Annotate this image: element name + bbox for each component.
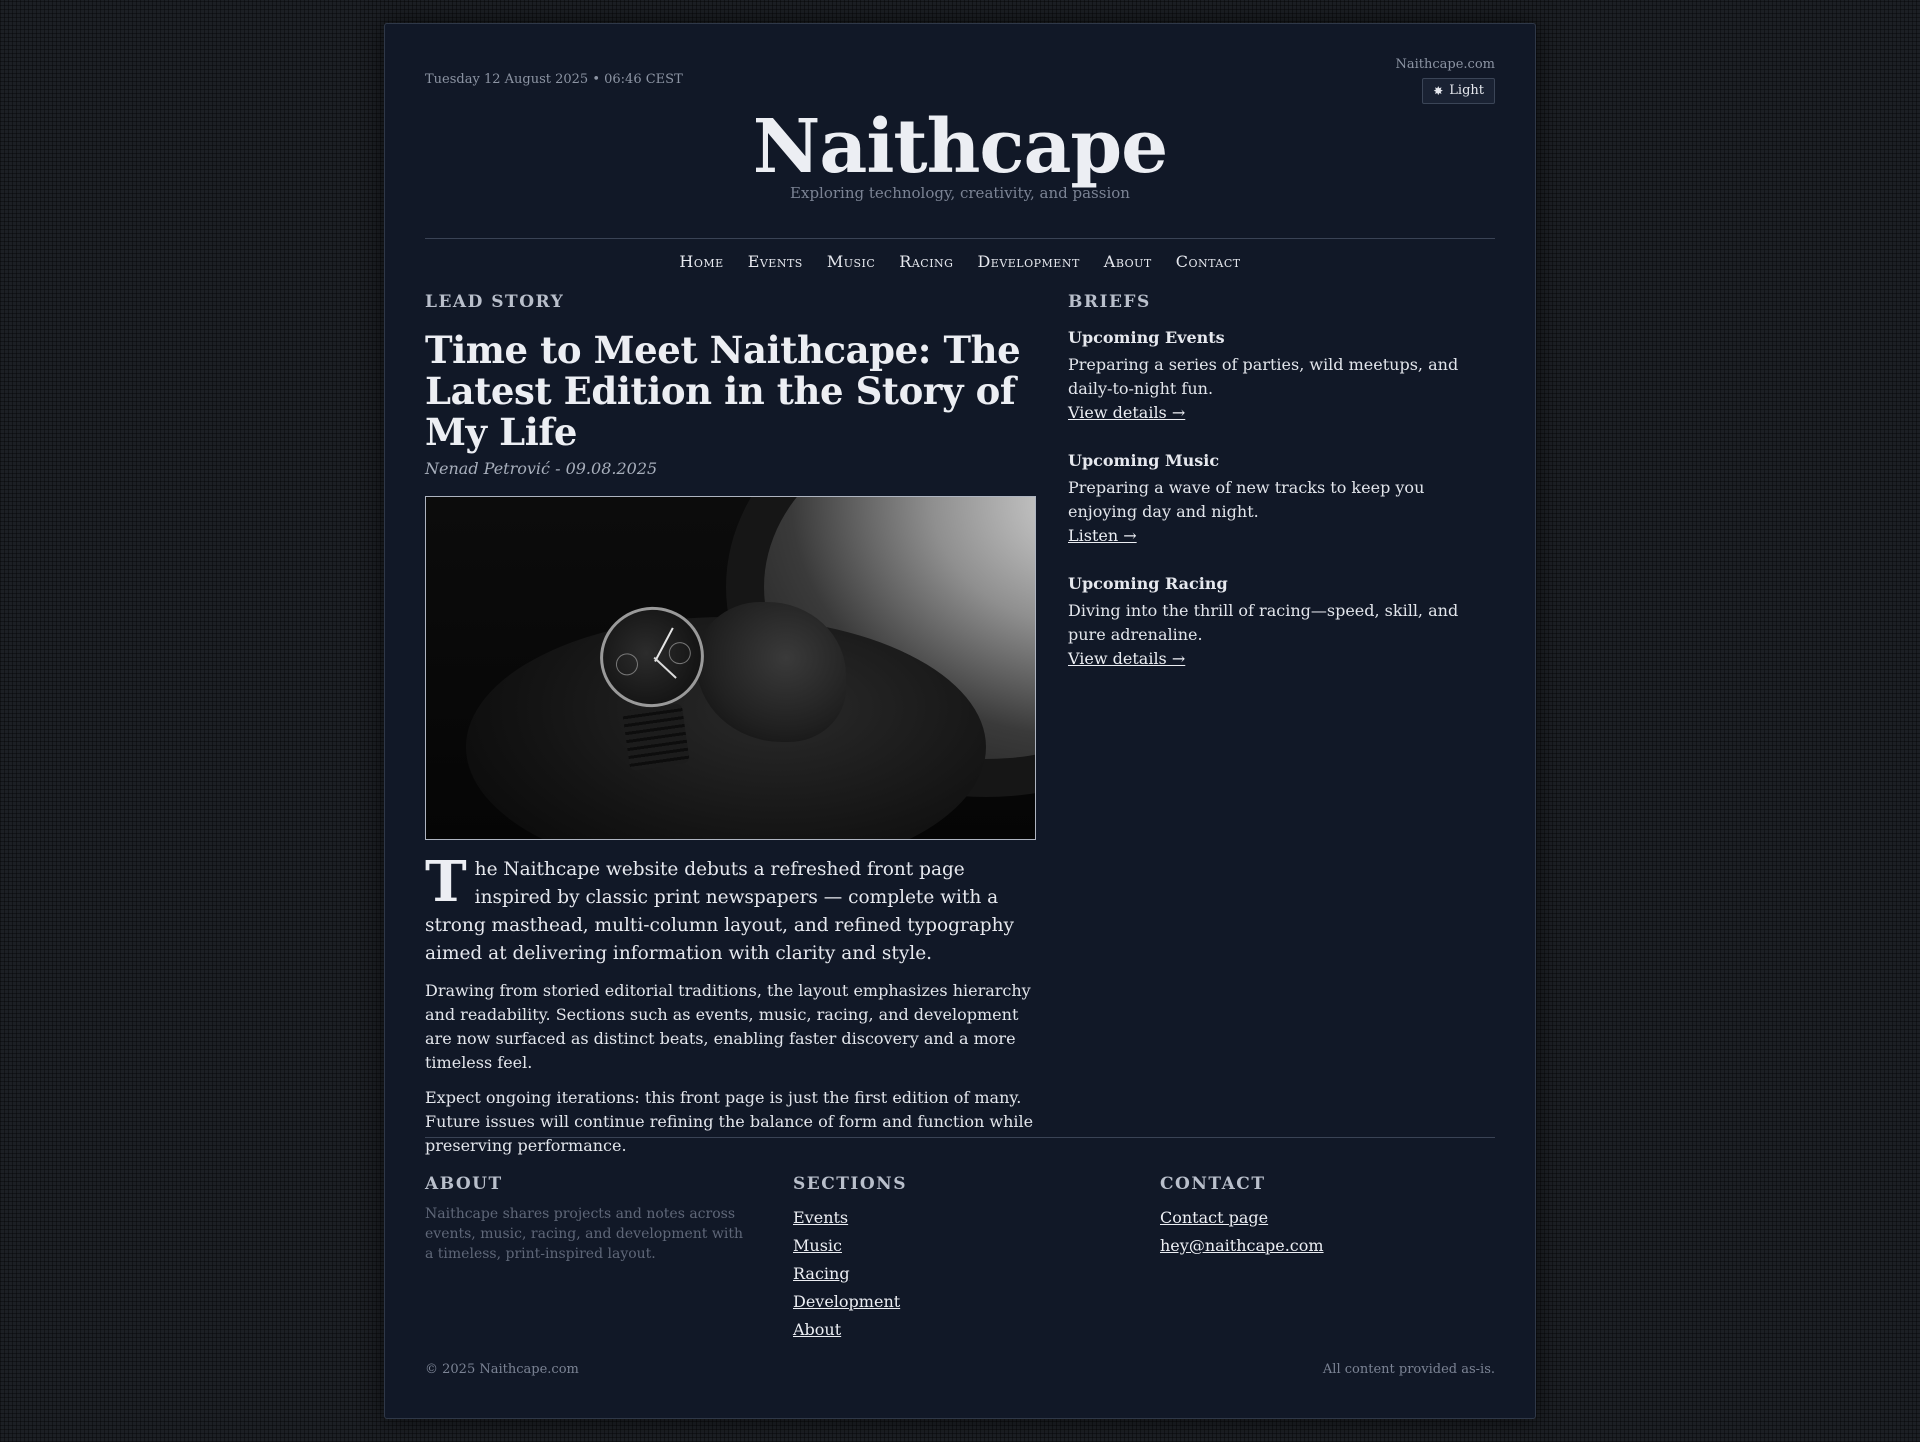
lead-paragraph-1: The Naithcape website debuts a refreshed… xyxy=(425,849,1036,968)
watch-strap xyxy=(622,703,690,771)
sun-icon: ✸ xyxy=(1433,84,1444,98)
footer-about-heading: ABOUT xyxy=(425,1174,503,1194)
nav-events[interactable]: Events xyxy=(748,252,803,271)
lead-paragraph-1-text: he Naithcape website debuts a refreshed … xyxy=(425,859,1015,964)
nav-home[interactable]: Home xyxy=(679,252,723,271)
list-item: Music xyxy=(793,1232,907,1260)
brief-item: Upcoming Events Preparing a series of pa… xyxy=(1068,328,1495,425)
nav-racing[interactable]: Racing xyxy=(899,252,953,271)
lead-paragraph-2: Drawing from storied editorial tradition… xyxy=(425,981,1031,1072)
brief-text: Preparing a series of parties, wild meet… xyxy=(1068,355,1459,398)
lead-paragraph-3: Expect ongoing iterations: this front pa… xyxy=(425,1088,1034,1155)
list-item: Events xyxy=(793,1204,907,1232)
newspaper-page: Tuesday 12 August 2025 • 06:46 CEST Nait… xyxy=(384,23,1536,1419)
masthead-title[interactable]: Naithcape xyxy=(425,110,1495,184)
footer-link-about[interactable]: About xyxy=(793,1320,841,1339)
dateline: Tuesday 12 August 2025 • 06:46 CEST xyxy=(425,72,683,87)
brief-item: Upcoming Racing Diving into the thrill o… xyxy=(1068,574,1495,671)
site-link[interactable]: Naithcape.com xyxy=(1396,57,1496,72)
brief-text: Diving into the thrill of racing—speed, … xyxy=(1068,601,1459,644)
brief-title: Upcoming Events xyxy=(1068,328,1225,347)
disclaimer: All content provided as-is. xyxy=(1322,1362,1495,1377)
drop-cap: T xyxy=(425,849,467,915)
footer-contact-list: Contact page hey@naithcape.com xyxy=(1160,1204,1324,1260)
lead-byline: Nenad Petrović - 09.08.2025 xyxy=(425,459,658,478)
footer-link-development[interactable]: Development xyxy=(793,1292,900,1311)
brief-text: Preparing a wave of new tracks to keep y… xyxy=(1068,478,1425,521)
lead-kicker: LEAD STORY xyxy=(425,292,565,312)
list-item: hey@naithcape.com xyxy=(1160,1232,1324,1260)
masthead-divider xyxy=(425,238,1495,239)
footer-sections-heading: SECTIONS xyxy=(793,1174,907,1194)
brief-link[interactable]: View details → xyxy=(1068,401,1185,425)
watch-subdial xyxy=(613,651,641,678)
footer-link-music[interactable]: Music xyxy=(793,1236,842,1255)
footer-sections-list: Events Music Racing Development About xyxy=(793,1204,907,1344)
nav-about[interactable]: About xyxy=(1104,252,1152,271)
footer-about-text: Naithcape shares projects and notes acro… xyxy=(425,1206,743,1262)
lead-photo xyxy=(425,496,1036,840)
list-item: Contact page xyxy=(1160,1204,1324,1232)
lead-headline[interactable]: Time to Meet Naithcape: The Latest Editi… xyxy=(425,330,1036,453)
briefs-heading: BRIEFS xyxy=(1068,292,1151,312)
contact-email-link[interactable]: hey@naithcape.com xyxy=(1160,1236,1324,1255)
footer-contact-heading: CONTACT xyxy=(1160,1174,1266,1194)
theme-toggle-label: Light xyxy=(1449,83,1484,98)
nav-development[interactable]: Development xyxy=(977,252,1079,271)
brief-item: Upcoming Music Preparing a wave of new t… xyxy=(1068,451,1495,548)
masthead-tagline: Exploring technology, creativity, and pa… xyxy=(790,184,1130,202)
lead-article: The Naithcape website debuts a refreshed… xyxy=(425,849,1036,1158)
main-nav: Home Events Music Racing Development Abo… xyxy=(425,252,1495,271)
brief-title: Upcoming Music xyxy=(1068,451,1220,470)
brief-link[interactable]: Listen → xyxy=(1068,524,1137,548)
watch-subdial xyxy=(666,640,693,667)
copyright: © 2025 Naithcape.com xyxy=(425,1362,579,1377)
list-item: About xyxy=(793,1316,907,1344)
footer-contact: CONTACT Contact page hey@naithcape.com xyxy=(1160,1174,1324,1260)
brief-title: Upcoming Racing xyxy=(1068,574,1228,593)
theme-toggle-button[interactable]: ✸ Light xyxy=(1422,78,1495,104)
footer-sections: SECTIONS Events Music Racing Development… xyxy=(793,1174,907,1344)
list-item: Development xyxy=(793,1288,907,1316)
briefs-column: BRIEFS Upcoming Events Preparing a serie… xyxy=(1068,292,1495,671)
nav-music[interactable]: Music xyxy=(827,252,875,271)
footer-divider xyxy=(425,1137,1495,1138)
footer-about: ABOUT Naithcape shares projects and note… xyxy=(425,1174,755,1264)
list-item: Racing xyxy=(793,1260,907,1288)
lead-story: LEAD STORY Time to Meet Naithcape: The L… xyxy=(425,292,1036,1158)
brief-link[interactable]: View details → xyxy=(1068,647,1185,671)
contact-page-link[interactable]: Contact page xyxy=(1160,1208,1268,1227)
footer-link-racing[interactable]: Racing xyxy=(793,1264,850,1283)
nav-contact[interactable]: Contact xyxy=(1176,252,1241,271)
footer-link-events[interactable]: Events xyxy=(793,1208,848,1227)
